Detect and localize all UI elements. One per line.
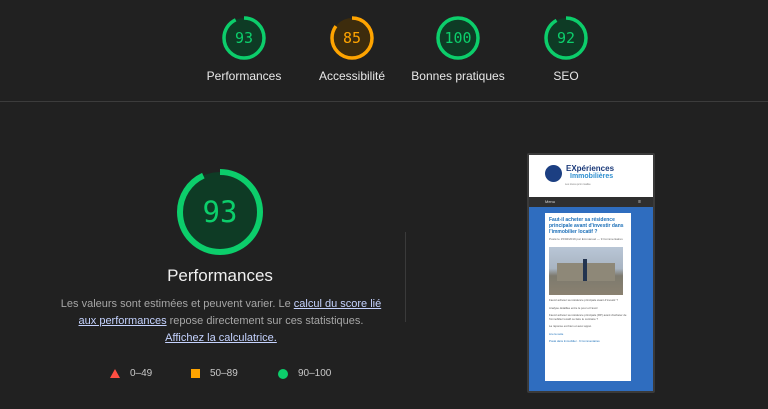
triangle-icon xyxy=(110,369,120,378)
post-text: Faut-il acheter sa résidence principale … xyxy=(549,313,627,321)
read-more-link: Lire la suite xyxy=(549,331,564,336)
gauge-score: 92 xyxy=(557,29,575,47)
hamburger-icon: ≡ xyxy=(638,199,641,205)
gauge-best-practices[interactable]: 100 Bonnes pratiques xyxy=(403,15,513,83)
post-text: La réponse est bien et avec appui. xyxy=(549,324,592,329)
gauge-performances[interactable]: 93 Performances xyxy=(189,15,299,83)
performance-gauge-large: 93 xyxy=(176,168,264,261)
post-image xyxy=(549,247,623,295)
divider xyxy=(405,232,406,322)
legend-fail: 0–49 xyxy=(110,368,152,379)
logo-icon xyxy=(545,165,562,182)
logo-line2: Immobilières xyxy=(570,173,614,180)
post-text: Faut-il acheter sa résidence principale … xyxy=(549,298,618,302)
gauge-seo[interactable]: 92 SEO xyxy=(511,15,621,83)
score-description: Les valeurs sont estimées et peuvent var… xyxy=(58,296,384,347)
gauge-label: Performances xyxy=(206,69,282,83)
post-text: Analyse détaillée entre le pour et l'avo… xyxy=(549,305,598,310)
score-summary-bar: 93 Performances 85 Accessibilité 100 Bon… xyxy=(0,0,768,102)
performance-title: Performances xyxy=(167,266,273,285)
score-legend: 0–49 50–89 90–100 xyxy=(0,368,440,382)
site-header: EXpériences Immobilières Les rêves qu'on… xyxy=(529,155,653,197)
gauge-accessibility[interactable]: 85 Accessibilité xyxy=(297,15,407,83)
square-icon xyxy=(191,369,200,378)
gauge-ring: 93 xyxy=(177,169,263,255)
performance-score: 93 xyxy=(203,195,238,229)
description-text: Les valeurs sont estimées et peuvent var… xyxy=(60,298,294,310)
menu-label: Menu xyxy=(545,199,556,204)
site-menu-bar: Menu ≡ xyxy=(529,197,653,207)
gauge-score: 93 xyxy=(235,29,253,47)
post-title: Faut-il acheter sa résidence principale … xyxy=(549,217,624,235)
gauge-ring: 93 xyxy=(222,16,266,60)
gauge-label: Bonnes pratiques xyxy=(411,69,505,83)
site-tagline: Les rêves qu'on réalise xyxy=(565,183,591,186)
gauge-score: 85 xyxy=(343,29,361,47)
logo-line1: EXpériences xyxy=(566,164,615,173)
page-screenshot-thumbnail[interactable]: EXpériences Immobilières Les rêves qu'on… xyxy=(527,153,655,393)
gauge-ring: 100 xyxy=(436,16,480,60)
legend-fail-label: 0–49 xyxy=(130,368,153,379)
legend-average-label: 50–89 xyxy=(210,368,238,379)
gauge-ring: 92 xyxy=(544,16,588,60)
person-shape xyxy=(583,259,587,281)
description-text: repose directement sur ces statistiques. xyxy=(166,315,364,327)
legend-average: 50–89 xyxy=(191,368,238,379)
circle-icon xyxy=(278,368,288,379)
gauge-score: 100 xyxy=(444,29,471,47)
gauge-ring: 85 xyxy=(330,16,374,60)
calculator-link[interactable]: Affichez la calculatrice. xyxy=(165,332,277,344)
gauge-label: Accessibilité xyxy=(318,69,386,83)
legend-pass-label: 90–100 xyxy=(298,368,332,379)
gauge-label: SEO xyxy=(553,69,579,83)
site-body: Faut-il acheter sa résidence principale … xyxy=(529,207,653,391)
post-meta: Posté le 15/02/2019 par Emmanuel — 9 Com… xyxy=(549,237,623,241)
post-card: Faut-il acheter sa résidence principale … xyxy=(545,213,631,381)
legend-pass: 90–100 xyxy=(278,368,331,379)
post-footer: Posté dans Immobilier · 9 Commentaires xyxy=(549,338,600,343)
